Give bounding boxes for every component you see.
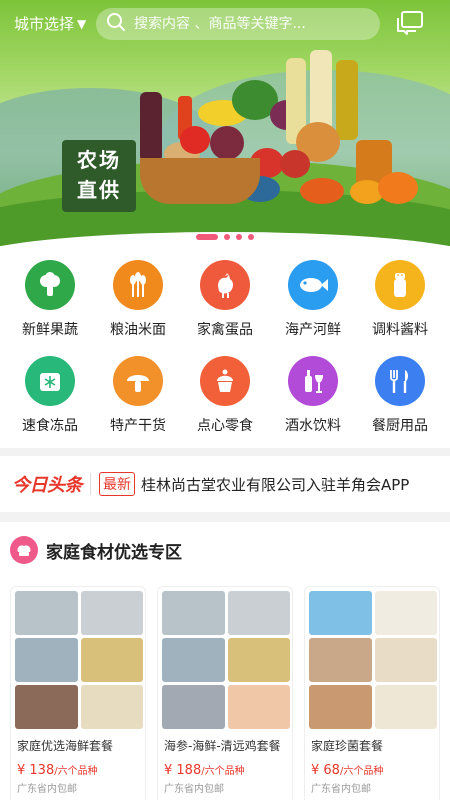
product-photo bbox=[309, 685, 372, 729]
product-image-grid bbox=[309, 591, 437, 729]
category-item[interactable]: 家禽蛋品 bbox=[180, 260, 270, 339]
product-photo bbox=[374, 638, 437, 682]
category-item[interactable]: 酒水饮料 bbox=[268, 356, 358, 435]
headline-ticker[interactable]: 今日头条 最新 桂林尚古堂农业有限公司入驻羊角会APP bbox=[0, 456, 450, 512]
product-photo bbox=[15, 638, 78, 682]
banner-dot[interactable] bbox=[224, 234, 230, 240]
section-header: 家庭食材优选专区 bbox=[10, 536, 182, 564]
category-item[interactable]: 餐厨用品 bbox=[355, 356, 445, 435]
vegetable-icon bbox=[25, 260, 75, 310]
city-selector-label: 城市选择 bbox=[14, 15, 75, 33]
product-photo bbox=[162, 638, 225, 682]
grain-icon bbox=[113, 260, 163, 310]
mushroom-icon bbox=[113, 356, 163, 406]
product-photo bbox=[80, 638, 143, 682]
chef-icon bbox=[10, 536, 38, 564]
cutlery-icon bbox=[375, 356, 425, 406]
category-label: 粮油米面 bbox=[110, 322, 166, 338]
search-input[interactable] bbox=[134, 16, 380, 32]
product-card[interactable]: 家庭珍菌套餐 ¥ 68/六个品种 广东省内包邮 bbox=[304, 586, 440, 800]
product-photo bbox=[15, 591, 78, 635]
seasoning-icon bbox=[375, 260, 425, 310]
banner-dot-active[interactable] bbox=[196, 234, 218, 240]
category-label: 海产河鲜 bbox=[285, 322, 341, 338]
product-card[interactable]: 海参-海鲜-清远鸡套餐 ¥ 188/六个品种 广东省内包邮 bbox=[157, 586, 293, 800]
banner-dot[interactable] bbox=[248, 234, 254, 240]
product-photo bbox=[374, 591, 437, 635]
frozen-food-icon bbox=[25, 356, 75, 406]
category-label: 酒水饮料 bbox=[285, 418, 341, 434]
product-shipping: 广东省内包邮 bbox=[311, 784, 371, 795]
search-icon bbox=[106, 12, 126, 36]
product-price: ¥ 138/六个品种 bbox=[17, 763, 98, 778]
cupcake-icon bbox=[200, 356, 250, 406]
divider bbox=[90, 473, 91, 495]
product-price: ¥ 188/六个品种 bbox=[164, 763, 245, 778]
wine-icon bbox=[288, 356, 338, 406]
product-photo bbox=[309, 591, 372, 635]
city-selector[interactable]: 城市选择 ▼ bbox=[14, 13, 86, 34]
product-photo bbox=[162, 591, 225, 635]
category-label: 餐厨用品 bbox=[372, 418, 428, 434]
product-name: 海参-海鲜-清远鸡套餐 bbox=[164, 739, 281, 753]
banner-pagination[interactable] bbox=[0, 234, 450, 240]
product-photo bbox=[15, 685, 78, 729]
product-shipping: 广东省内包邮 bbox=[164, 784, 224, 795]
category-grid: 新鲜果蔬 粮油米面 家禽蛋品 海产河鲜 调料酱料 速食冻品 特产干货 点心零食 … bbox=[0, 252, 450, 448]
product-name: 家庭珍菌套餐 bbox=[311, 739, 384, 753]
category-item[interactable]: 速食冻品 bbox=[5, 356, 95, 435]
banner-basket bbox=[140, 158, 260, 204]
category-label: 家禽蛋品 bbox=[197, 322, 253, 338]
product-name: 家庭优选海鲜套餐 bbox=[17, 739, 114, 753]
dropdown-triangle-icon: ▼ bbox=[77, 16, 87, 31]
product-photo bbox=[80, 591, 143, 635]
product-photo bbox=[374, 685, 437, 729]
category-item[interactable]: 新鲜果蔬 bbox=[5, 260, 95, 339]
product-image-grid bbox=[162, 591, 290, 729]
top-bar: 城市选择 ▼ bbox=[0, 0, 450, 46]
headline-brand-logo: 今日头条 bbox=[12, 475, 83, 496]
category-label: 新鲜果蔬 bbox=[22, 322, 78, 338]
product-shipping: 广东省内包邮 bbox=[17, 784, 77, 795]
product-photo bbox=[227, 591, 290, 635]
product-photo bbox=[162, 685, 225, 729]
category-label: 速食冻品 bbox=[22, 418, 78, 434]
fish-icon bbox=[288, 260, 338, 310]
banner-sign-line1: 农场 bbox=[77, 148, 121, 172]
category-item[interactable]: 特产干货 bbox=[93, 356, 183, 435]
product-photo bbox=[227, 685, 290, 729]
category-label: 特产干货 bbox=[110, 418, 166, 434]
category-label: 点心零食 bbox=[197, 418, 253, 434]
category-item[interactable]: 粮油米面 bbox=[93, 260, 183, 339]
message-icon[interactable] bbox=[396, 10, 424, 36]
product-image-grid bbox=[15, 591, 143, 729]
category-item[interactable]: 调料酱料 bbox=[355, 260, 445, 339]
banner-sign: 农场 直供 bbox=[62, 140, 136, 212]
banner-sign-line2: 直供 bbox=[77, 178, 121, 202]
banner[interactable]: 农场 直供 城市选择 ▼ bbox=[0, 0, 450, 252]
category-label: 调料酱料 bbox=[372, 322, 428, 338]
search-bar[interactable] bbox=[96, 8, 380, 40]
headline-new-badge: 最新 bbox=[99, 472, 135, 496]
product-photo bbox=[80, 685, 143, 729]
headline-text[interactable]: 桂林尚古堂农业有限公司入驻羊角会APP bbox=[141, 474, 409, 495]
rooster-icon bbox=[200, 260, 250, 310]
featured-section: 家庭食材优选专区 家庭优选海鲜套餐 ¥ 138/六个品种 广东省内包邮 海参-海… bbox=[0, 522, 450, 800]
product-photo bbox=[227, 638, 290, 682]
section-title: 家庭食材优选专区 bbox=[46, 542, 182, 563]
category-item[interactable]: 点心零食 bbox=[180, 356, 270, 435]
product-price: ¥ 68/六个品种 bbox=[311, 763, 384, 778]
product-photo bbox=[309, 638, 372, 682]
category-item[interactable]: 海产河鲜 bbox=[268, 260, 358, 339]
banner-dot[interactable] bbox=[236, 234, 242, 240]
product-card[interactable]: 家庭优选海鲜套餐 ¥ 138/六个品种 广东省内包邮 bbox=[10, 586, 146, 800]
